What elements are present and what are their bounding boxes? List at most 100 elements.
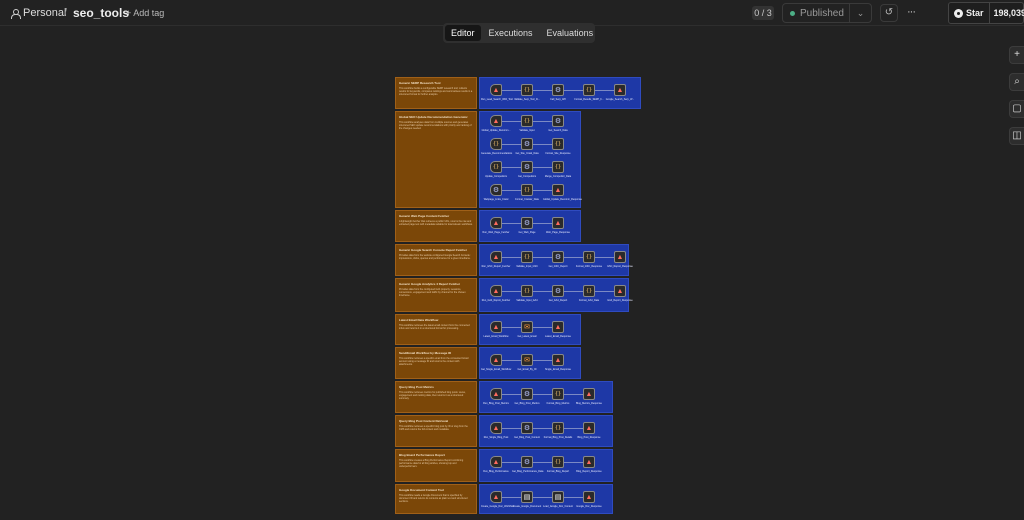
sticky-note-icon[interactable]: ▢	[1009, 100, 1024, 118]
sticky-note[interactable]: Send/Email Workflow by Message ID This wo…	[395, 347, 477, 379]
workflow-node[interactable]: ⚙	[521, 161, 533, 173]
workflow-node[interactable]: ▲	[583, 456, 595, 468]
workflow-node[interactable]: ▤	[521, 491, 533, 503]
tab-evaluations[interactable]: Evaluations	[541, 25, 600, 41]
workflow-row: Google Document Content Tool This workflo…	[395, 484, 613, 514]
workflow-node[interactable]: {}	[521, 285, 533, 297]
github-star-button[interactable]: Star	[949, 3, 990, 23]
workflow-node[interactable]: ▲	[614, 251, 626, 263]
workflow-node[interactable]: ⚙	[552, 115, 564, 127]
workflow-node[interactable]: {}	[552, 138, 564, 150]
workflow-node[interactable]: ⚙	[552, 285, 564, 297]
workflow-node[interactable]: {}	[552, 388, 564, 400]
workflow-node[interactable]: ▲	[552, 354, 564, 366]
workflow-node[interactable]: ▲	[552, 217, 564, 229]
sticky-note[interactable]: Google Document Content Tool This workflo…	[395, 484, 477, 514]
workflow-node[interactable]: ⚙	[521, 217, 533, 229]
workflow-panel[interactable]: ▲ Run_GSC_Report_Fetcher {} Validate_Input_…	[479, 244, 633, 276]
workflow-node[interactable]: {}	[583, 285, 595, 297]
workflow-panel[interactable]: ▲ Latest_Email_Workflow ✉ Get_Latest_Email ▲…	[479, 314, 581, 345]
workflow-node[interactable]: ⚙	[552, 84, 564, 96]
workflow-node[interactable]: ▲	[490, 217, 502, 229]
workflow-node[interactable]: {}	[583, 84, 595, 96]
workflow-node[interactable]: ▤	[552, 491, 564, 503]
workflow-node[interactable]: ▲	[490, 251, 502, 263]
workflow-panel[interactable]: ▲ Run_GA4_Report_Fetcher {} Validate_Input_…	[479, 278, 633, 312]
sticky-note[interactable]: Generic SERP Research Tool This workflow …	[395, 77, 477, 109]
workflow-node[interactable]: ⚙	[490, 184, 502, 196]
workflow-node[interactable]: ⚙	[521, 422, 533, 434]
project-name[interactable]: seo_tools	[73, 6, 129, 20]
workflow-node[interactable]: ▲	[490, 84, 502, 96]
history-icon[interactable]: ↺	[880, 4, 898, 22]
sticky-note[interactable]: Latest Email Data Workflow This workflow …	[395, 314, 477, 345]
workflow-panel[interactable]: ▲ Global_Update_Recomm... {} Validate_Input…	[479, 111, 582, 208]
workflow-canvas[interactable]: Generic SERP Research Tool This workflow …	[0, 44, 1009, 520]
node-label: GA4_Report_Response	[607, 299, 633, 302]
workflow-node[interactable]: ▲	[552, 184, 564, 196]
published-button[interactable]: Published	[783, 4, 849, 22]
workflow-panel[interactable]: ▲ Run_Blog_Performance ⚙ Get_Blog_Performan…	[479, 449, 613, 482]
workflow-node[interactable]: ⚙	[521, 388, 533, 400]
publish-dropdown-chevron-icon[interactable]: ⌄	[849, 4, 871, 22]
workflow-node[interactable]: {}	[521, 184, 533, 196]
github-star-count[interactable]: 198,039	[990, 3, 1024, 23]
sticky-note[interactable]: Generic Web Page Content Fetcher A lightw…	[395, 210, 477, 242]
workflow-panel[interactable]: ▲ Create_Google_Doc_Workflow ▤ Create_Googl…	[479, 484, 613, 514]
workflow-node[interactable]: ▲	[490, 456, 502, 468]
sticky-note[interactable]: Generic Google Search Console Report Fet…	[395, 244, 477, 276]
workflow-node[interactable]: ▲	[583, 491, 595, 503]
workflow-node[interactable]: ▲	[490, 285, 502, 297]
workflow-node[interactable]: {}	[521, 115, 533, 127]
workflow-node[interactable]: ⚙	[521, 456, 533, 468]
node-label: Latest_Email_Response	[545, 335, 571, 338]
workflow-node[interactable]: {}	[521, 251, 533, 263]
warning-icon: ▲	[492, 390, 500, 398]
workflow-node[interactable]: ▲	[490, 321, 502, 333]
workflow-node[interactable]: ▲	[552, 321, 564, 333]
tab-executions[interactable]: Executions	[483, 25, 539, 41]
more-options-icon[interactable]: ···	[904, 5, 918, 21]
workflow-node[interactable]: ▲	[490, 422, 502, 434]
node-label: Format_GSC_Response	[575, 265, 603, 268]
workflow-node[interactable]: {}	[552, 456, 564, 468]
workflow-node[interactable]: {}	[552, 161, 564, 173]
workflow-panel[interactable]: ▲ Run_Lead_Search_With_Tool {} Validate_Ser…	[479, 77, 641, 109]
add-node-icon[interactable]: +	[1009, 46, 1024, 64]
workflow-node[interactable]: ▲	[490, 388, 502, 400]
workflow-node[interactable]: ▲	[490, 491, 502, 503]
sticky-note[interactable]: Global SEO Update Recommendation Generat…	[395, 111, 477, 208]
workflow-node[interactable]: ▲	[490, 354, 502, 366]
panel-toggle-icon[interactable]: ◫	[1009, 127, 1024, 145]
workflow-node[interactable]: ▲	[583, 422, 595, 434]
sticky-note[interactable]: Query Blog Post Content Retrieval This wo…	[395, 415, 477, 447]
workflow-node[interactable]: ▲	[583, 388, 595, 400]
search-icon[interactable]: ⌕	[1009, 73, 1024, 91]
workflow-node[interactable]: ▲	[614, 285, 626, 297]
workflow-node[interactable]: ⚙	[521, 138, 533, 150]
workflow-node[interactable]: ✉	[521, 321, 533, 333]
workflow-row: Generic Web Page Content Fetcher A lightw…	[395, 210, 581, 242]
workflow-panel[interactable]: ▲ Get_Single_Email_Workflow ✉ Get_Email_By_…	[479, 347, 581, 379]
workflow-row: Blog Board Performance Report This workfl…	[395, 449, 613, 482]
workflow-node[interactable]: {}	[490, 138, 502, 150]
workflow-node[interactable]: {}	[521, 84, 533, 96]
add-tag-button[interactable]: + Add tag	[126, 8, 164, 18]
workflow-node[interactable]: {}	[552, 422, 564, 434]
sticky-note[interactable]: Blog Board Performance Report This workfl…	[395, 449, 477, 482]
workflow-node[interactable]: ▲	[490, 115, 502, 127]
node-label: Validate_Input	[519, 129, 535, 132]
workflow-node[interactable]: {}	[583, 251, 595, 263]
workflow-panel[interactable]: ▲ Run_Single_Blog_Post ⚙ Get_Blog_Post_Cont…	[479, 415, 613, 447]
node-label: Update_Competitors	[485, 175, 507, 178]
sticky-note[interactable]: Generic Google Analytics 4 Report Fetche…	[395, 278, 477, 312]
workflow-panel[interactable]: ▲ Run_Web_Page_Fetcher ⚙ Get_Web_Page ▲ Web_P…	[479, 210, 581, 242]
workflow-node[interactable]: ⚙	[552, 251, 564, 263]
breadcrumb-owner[interactable]: Personal	[11, 7, 66, 19]
tab-editor[interactable]: Editor	[445, 25, 481, 41]
workflow-panel[interactable]: ▲ Run_Blog_Post_Metrics ⚙ Get_Blog_Post_Met…	[479, 381, 613, 413]
workflow-node[interactable]: {}	[490, 161, 502, 173]
workflow-node[interactable]: ▲	[614, 84, 626, 96]
sticky-note[interactable]: Query Blog Post Metrics This workflow ret…	[395, 381, 477, 413]
workflow-node[interactable]: ✉	[521, 354, 533, 366]
